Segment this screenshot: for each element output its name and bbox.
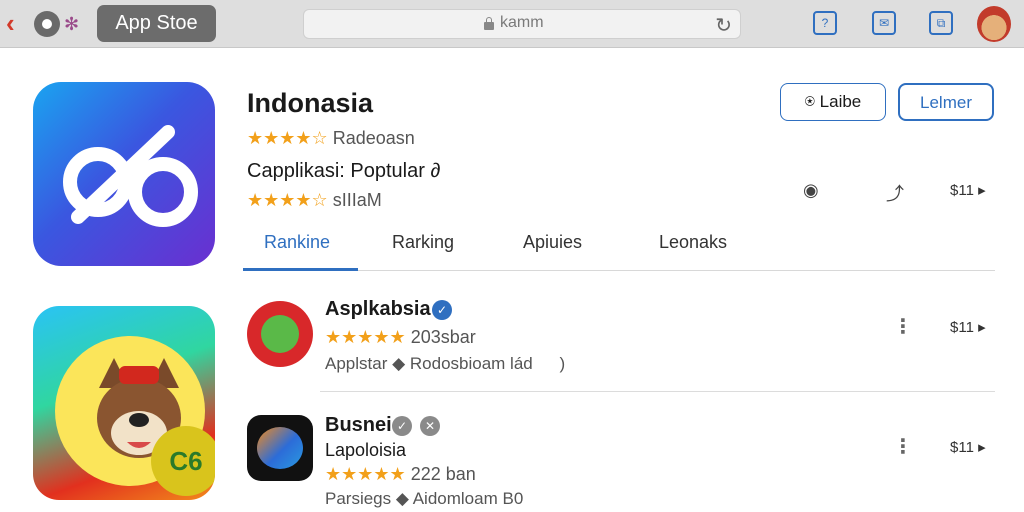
list-item-icon[interactable]	[247, 301, 313, 367]
list-item-count: 203sbar	[410, 327, 476, 347]
rating-stars: ★★★★☆	[247, 128, 328, 148]
divider	[320, 391, 995, 392]
bookmark-icon[interactable]: ✉	[872, 11, 896, 35]
more-options-icon[interactable]: ⋮	[893, 314, 913, 339]
list-item-price: $11 ▸	[950, 439, 986, 456]
tab-lessons[interactable]: Leonaks	[659, 232, 727, 253]
game-app-icon[interactable]: C6	[33, 306, 215, 500]
tab-active-indicator	[243, 268, 358, 271]
browser-toolbar: ‹ ✻ App Stoe kamm ↻ ? ✉ ⧉	[0, 0, 1024, 48]
info-icon[interactable]: ◉	[803, 180, 819, 201]
tab-ranking-active[interactable]: Rankine	[264, 232, 330, 253]
list-item-name[interactable]: Busnei	[325, 414, 392, 437]
list-item-stars: ★★★★★	[325, 327, 406, 347]
rating-text: Radeoasn	[332, 128, 415, 148]
page-title: Indonasia	[247, 88, 374, 118]
subtitle: Capplikasi: Poptular ∂	[247, 160, 440, 183]
list-item-developer: Applstar ◆ Rodosbioam lád )	[325, 354, 566, 373]
list-item-stars: ★★★★★	[325, 464, 406, 484]
app-store-tab[interactable]: App Stoe	[97, 5, 216, 42]
bell-icon: ⍟	[804, 92, 815, 111]
profile-avatar[interactable]	[977, 6, 1011, 42]
list-item-icon[interactable]	[247, 415, 313, 481]
share-icon[interactable]: ⧉	[929, 11, 953, 35]
list-item-developer: Parsiegs ◆ Aidomloam B0	[325, 489, 524, 508]
lock-icon	[484, 17, 494, 30]
share-arrow-icon[interactable]: ⤴	[886, 180, 904, 206]
list-item-price: $11 ▸	[950, 319, 986, 336]
list-item-count: 222 ban	[410, 464, 476, 484]
extension-icon[interactable]: ✻	[64, 14, 79, 35]
logo-icon[interactable]	[34, 11, 60, 37]
tab-ranking[interactable]: Rarking	[392, 232, 454, 253]
subtitle-text: Capplikasi: Poptular	[247, 160, 425, 182]
reload-icon[interactable]: ↻	[715, 13, 732, 38]
address-bar[interactable]: kamm ↻	[303, 9, 741, 39]
verified-icon: ✓	[432, 300, 452, 320]
address-text: kamm	[500, 14, 544, 31]
primary-button[interactable]: Lelmer	[898, 83, 994, 121]
coin-icon: C6	[151, 426, 215, 496]
subtitle-suffix: ∂	[430, 160, 441, 182]
secondary-button[interactable]: ⍟ Laibe	[780, 83, 886, 121]
list-item-name[interactable]: Asplkabsia	[325, 298, 431, 321]
rating-stars-secondary: ★★★★☆	[247, 190, 328, 210]
rating-text-secondary: sIIIaM	[332, 190, 382, 210]
list-item-subname: Lapoloisia	[325, 440, 407, 460]
app-icon[interactable]	[33, 82, 215, 266]
percent-icon	[63, 125, 198, 227]
header-price: $11 ▸	[950, 182, 986, 199]
verified-icon: ✓	[392, 416, 412, 436]
back-icon[interactable]: ‹	[6, 10, 26, 36]
tab-apps[interactable]: Apiuies	[523, 232, 582, 253]
close-badge-icon: ✕	[420, 416, 440, 436]
more-options-icon[interactable]: ⋮	[893, 434, 913, 459]
chat-icon[interactable]: ?	[813, 11, 837, 35]
